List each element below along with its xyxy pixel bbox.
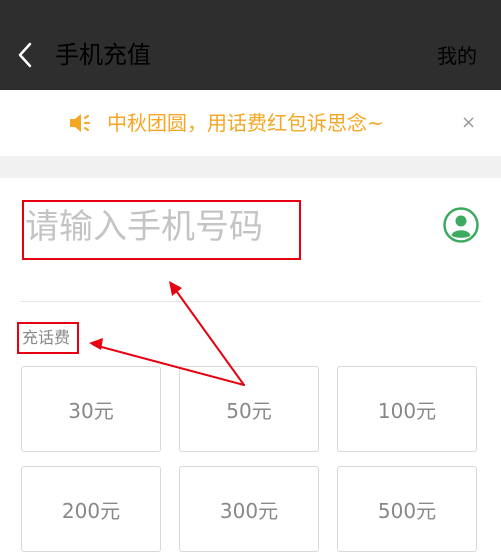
amount-option-50[interactable]: 50元 [179,366,319,452]
section-separator [0,156,501,178]
back-arrow-icon[interactable] [14,40,36,70]
annotation-box-phone-input [22,200,301,260]
amount-option-500[interactable]: 500元 [337,466,477,552]
annotation-box-section-label [17,322,79,354]
amount-option-200[interactable]: 200元 [21,466,161,552]
amount-option-30[interactable]: 30元 [21,366,161,452]
notice-close-button[interactable]: × [461,111,476,135]
notice-text[interactable]: 中秋团圆，用话费红包诉思念~ [107,107,384,139]
speaker-icon [70,114,90,132]
page-title: 手机充值 [55,41,151,69]
my-link[interactable]: 我的 [437,40,477,72]
input-divider [20,301,481,302]
contact-person-icon[interactable] [443,207,479,243]
amount-option-300[interactable]: 300元 [179,466,319,552]
amount-option-100[interactable]: 100元 [337,366,477,452]
